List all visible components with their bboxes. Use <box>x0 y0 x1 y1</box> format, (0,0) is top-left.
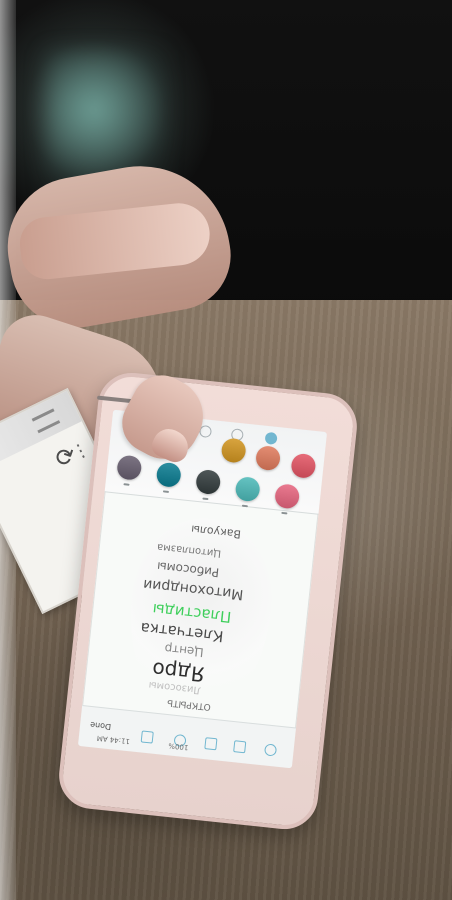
swatch-gradient-6[interactable] <box>234 475 261 503</box>
swatch-label <box>162 490 170 493</box>
swatch-label <box>281 511 288 515</box>
toolbar-icon-1[interactable] <box>140 730 154 744</box>
swatch-gradient-3[interactable] <box>195 468 222 496</box>
tool-icon-5[interactable] <box>264 431 278 445</box>
swatch-label <box>123 483 130 486</box>
word-cloud-word: Вакуолы <box>190 522 242 541</box>
photo-scene: ⟳ ⋮ Вакуолы Цитоплазма Рибосомы Митохонд… <box>0 0 452 900</box>
toolbar-icon-5[interactable] <box>263 743 278 757</box>
word-cloud-word: Рибосомы <box>156 559 220 580</box>
status-battery: 100% <box>168 741 189 752</box>
swatch-label <box>202 497 209 501</box>
word-cloud: Вакуолы Цитоплазма Рибосомы Митохондрии … <box>119 511 281 725</box>
phone-screen: Вакуолы Цитоплазма Рибосомы Митохондрии … <box>77 409 328 769</box>
word-cloud-word: ОТКРЫТЬ <box>166 696 212 712</box>
swatch-gradient-2[interactable] <box>155 461 182 489</box>
swatch-gradient-8[interactable] <box>290 452 317 480</box>
signal-bars-icon <box>31 408 61 434</box>
toolbar-icon-3[interactable] <box>204 737 218 751</box>
toolbar-icon-4[interactable] <box>233 740 247 754</box>
word-cloud-word: Цитоплазма <box>156 541 222 559</box>
word-cloud-word: Митохондрии <box>142 575 245 603</box>
status-time: 11:44 AM <box>96 733 131 746</box>
swatch-gradient-1[interactable] <box>116 454 143 481</box>
word-cloud-word: Центр <box>163 641 205 660</box>
swatch-gradient-7[interactable] <box>273 483 301 510</box>
swatch-label <box>241 504 248 508</box>
done-label[interactable]: Done <box>90 720 112 731</box>
